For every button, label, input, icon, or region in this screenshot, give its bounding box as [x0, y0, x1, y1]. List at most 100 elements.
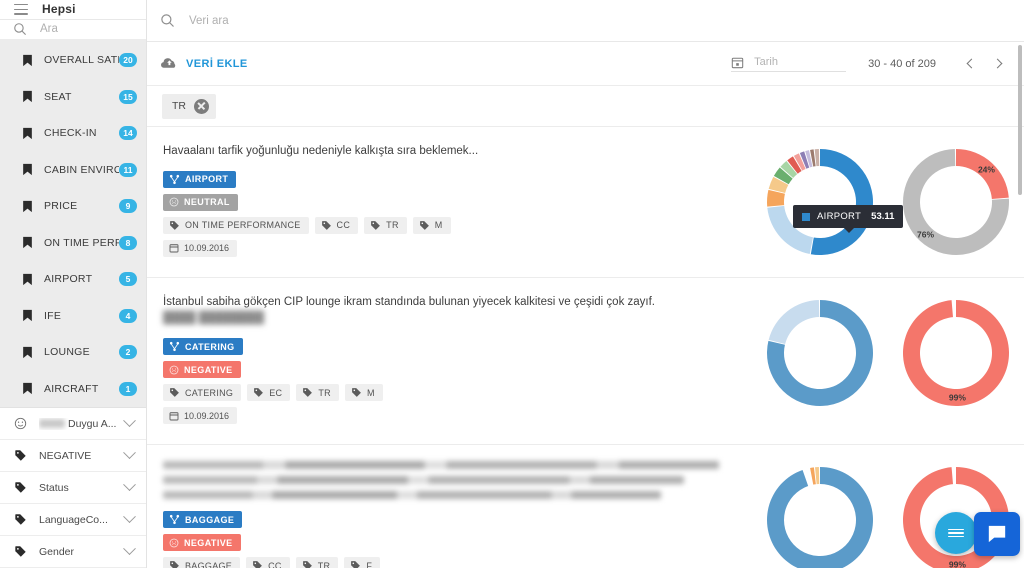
record-tag-label: CC: [268, 560, 282, 568]
sidebar-facet-duygu-a[interactable]: Duygu A...: [0, 408, 146, 440]
chart-tooltip: AIRPORT 53.11: [793, 205, 904, 233]
record-topic-chip[interactable]: AIRPORT: [163, 170, 237, 188]
sidebar-facet-status[interactable]: Status: [0, 472, 146, 504]
record-tag[interactable]: CC: [246, 557, 290, 568]
record-date: 10.09.2016: [163, 407, 238, 425]
close-circle-icon[interactable]: [194, 98, 209, 114]
record-card[interactable]: İstanbul sabiha gökçen CIP lounge ikram …: [147, 278, 1024, 446]
donut-chart: 24% 76%: [903, 149, 1009, 255]
topic-count-badge: 2: [119, 345, 137, 360]
record-tag[interactable]: EC: [247, 384, 291, 402]
facet-label: LanguageCo...: [39, 514, 125, 526]
fab-menu-button[interactable]: [935, 512, 977, 554]
sentiment-distribution-chart[interactable]: 99%: [901, 298, 1011, 408]
list-scrollbar[interactable]: [1017, 45, 1022, 195]
record-tag[interactable]: TR: [364, 216, 407, 234]
record-card[interactable]: Havaalanı tarfik yoğunluğu nedeniyle kal…: [147, 127, 1024, 278]
active-filters-bar: TR: [147, 86, 1024, 127]
topic-label: PRICE: [44, 200, 78, 213]
sidebar-facet-gender[interactable]: Gender: [0, 536, 146, 568]
record-topic-row: AIRPORT: [163, 170, 742, 188]
record-tag-row: BAGGAGE CC TR F: [163, 557, 742, 568]
record-tag[interactable]: ON TIME PERFORMANCE: [163, 216, 309, 234]
tag-icon: [351, 387, 362, 398]
add-data-button[interactable]: VERİ EKLE: [161, 57, 248, 70]
topic-count-badge: 5: [119, 272, 137, 287]
global-search-input[interactable]: [189, 14, 489, 27]
search-icon: [14, 23, 26, 36]
record-topic-chip[interactable]: CATERING: [163, 338, 243, 356]
topic-distribution-chart[interactable]: AIRPORT 53.11: [765, 147, 904, 257]
tag-icon: [252, 560, 263, 568]
pagination-prev-button[interactable]: [958, 51, 984, 77]
sidebar-topic-on-time-perfo[interactable]: ON TIME PERFO... 8: [0, 225, 146, 262]
sidebar-search-input[interactable]: [40, 23, 120, 36]
record-tag[interactable]: CC: [314, 216, 359, 234]
tag-icon: [254, 388, 264, 397]
bookmark-icon: [23, 237, 32, 249]
record-tag[interactable]: M: [344, 384, 383, 402]
facet-label: Duygu A...: [39, 418, 125, 430]
record-tag[interactable]: M: [412, 216, 451, 234]
sidebar-topic-price[interactable]: PRICE 9: [0, 188, 146, 225]
record-tag[interactable]: BAGGAGE: [163, 557, 241, 568]
topic-label: CHECK-IN: [44, 127, 97, 140]
sidebar-topic-overall-satis[interactable]: OVERALL SATIS... 20: [0, 42, 146, 79]
topic-distribution-chart[interactable]: [765, 298, 875, 408]
record-topic-chip[interactable]: BAGGAGE: [163, 511, 243, 529]
record-sentiment-chip[interactable]: NEGATIVE: [163, 534, 241, 552]
topic-label: LOUNGE: [44, 346, 90, 359]
facet-label-text: Gender: [39, 545, 75, 558]
record-tag[interactable]: TR: [295, 557, 339, 568]
sidebar-topic-seat[interactable]: SEAT 15: [0, 79, 146, 116]
record-tag[interactable]: TR: [296, 384, 339, 402]
tag-icon: [15, 450, 26, 461]
redacted-text: [39, 419, 65, 429]
sidebar-topic-cabin-environ[interactable]: CABIN ENVIRON... 11: [0, 152, 146, 189]
sidebar-search[interactable]: [0, 19, 146, 40]
tag-icon: [303, 388, 313, 397]
date-filter[interactable]: [731, 56, 847, 72]
chevron-down-icon[interactable]: [123, 414, 136, 428]
record-sentiment-chip[interactable]: NEGATIVE: [163, 361, 241, 379]
sidebar-topic-lounge[interactable]: LOUNGE 2: [0, 334, 146, 371]
facet-label: Gender: [39, 546, 125, 558]
topic-list: OVERALL SATIS... 20 SEAT 15 CHECK-IN 14 …: [0, 40, 146, 407]
record-tag[interactable]: F: [344, 557, 381, 568]
filter-chip[interactable]: TR: [162, 93, 216, 119]
sidebar-topic-aircraft[interactable]: AIRCRAFT 1: [0, 371, 146, 408]
sentiment-distribution-chart[interactable]: 24% 76%: [901, 147, 1011, 257]
topic-distribution-chart[interactable]: [765, 465, 875, 568]
svg-text:24%: 24%: [978, 165, 995, 175]
fab-chat-button[interactable]: [974, 512, 1020, 556]
sidebar-facet-negative[interactable]: NEGATIVE: [0, 440, 146, 472]
sidebar-topic-airport[interactable]: AIRPORT 5: [0, 261, 146, 298]
chevron-down-icon[interactable]: [123, 542, 136, 556]
record-tag[interactable]: CATERING: [163, 384, 242, 402]
chevron-down-icon[interactable]: [123, 478, 136, 492]
sidebar-header[interactable]: Hepsi: [0, 0, 146, 20]
sidebar-topic-ife[interactable]: IFE 4: [0, 298, 146, 335]
sidebar-topic-check-in[interactable]: CHECK-IN 14: [0, 115, 146, 152]
bookmark-icon: [23, 273, 32, 285]
global-search-bar[interactable]: [147, 0, 1024, 42]
main-panel: VERİ EKLE 30 - 40 of 209 TR: [147, 0, 1024, 568]
chevron-down-icon[interactable]: [123, 510, 136, 524]
record-card[interactable]: BAGGAGE NEGATIVE BAGGAGE CC TR F 99%: [147, 445, 1024, 568]
tag-icon: [321, 220, 332, 231]
record-text-value: Havaalanı tarfik yoğunluğu nedeniyle kal…: [163, 145, 479, 157]
hamburger-menu-icon[interactable]: [14, 3, 28, 15]
sidebar-facet-languageco[interactable]: LanguageCo...: [0, 504, 146, 536]
date-filter-input[interactable]: [754, 56, 835, 68]
chevron-down-icon[interactable]: [123, 446, 136, 460]
record-tag-label: CC: [336, 220, 351, 231]
record-sentiment-chip[interactable]: NEUTRAL: [163, 193, 238, 211]
chat-bubble-icon: [988, 525, 1006, 543]
donut-chart: [767, 299, 873, 406]
calendar-icon: [731, 57, 744, 68]
record-sentiment-label: NEGATIVE: [184, 537, 233, 548]
redacted-text: ████ ████████: [163, 312, 264, 325]
bookmark-icon: [23, 310, 32, 322]
pagination-next-button[interactable]: [984, 51, 1010, 77]
record-tag-row: ON TIME PERFORMANCE CC TR M: [163, 216, 742, 234]
